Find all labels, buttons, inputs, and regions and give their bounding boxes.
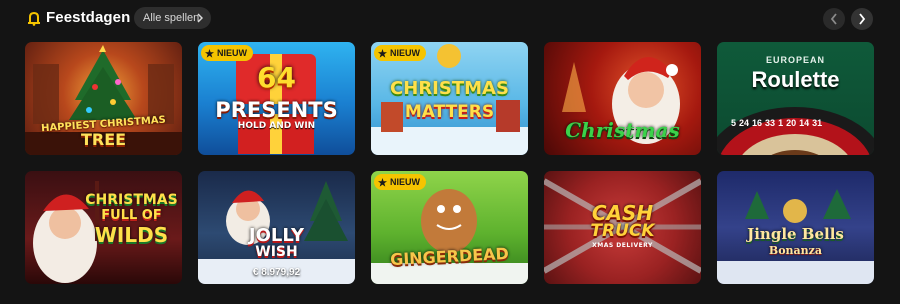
game-tile-european-roulette[interactable]: EUROPEAN Roulette 5 24 16 33 1 20 14 31 xyxy=(717,42,874,155)
bell-icon xyxy=(28,11,40,26)
new-badge: NIEUW xyxy=(201,45,253,61)
game-tile-christmas-full-of-wilds[interactable]: CHRISTMAS FULL OF WILDS xyxy=(25,171,182,284)
chevron-right-icon xyxy=(859,13,866,25)
game-tile-christmas[interactable]: Christmas xyxy=(544,42,701,155)
star-icon xyxy=(205,48,214,58)
game-title-line: Bonanza xyxy=(768,244,823,257)
game-tile-jingle-bells-bonanza[interactable]: Jingle Bells Bonanza xyxy=(717,171,874,284)
roulette-number: 1 xyxy=(778,118,784,128)
roulette-number: 33 xyxy=(765,118,776,128)
game-title-line: HOLD AND WIN xyxy=(237,121,316,131)
game-title-line: 64 xyxy=(257,61,296,94)
new-badge-label: NIEUW xyxy=(390,177,420,187)
star-icon xyxy=(378,177,387,187)
star-icon xyxy=(378,48,387,58)
roulette-number: 24 xyxy=(739,118,750,128)
game-title-line: FULL OF xyxy=(101,208,162,223)
game-title-line: XMAS DELIVERY xyxy=(592,242,653,249)
game-tile-cash-truck[interactable]: CASH TRUCK XMAS DELIVERY xyxy=(544,171,701,284)
game-title-line: Jingle Bells xyxy=(747,225,844,243)
game-title-line: Christmas xyxy=(565,118,680,142)
jackpot-amount: € 8.979,92 xyxy=(252,267,301,278)
chevron-right-icon xyxy=(197,13,203,23)
roulette-number: 20 xyxy=(786,118,797,128)
game-title-line: TRUCK xyxy=(590,221,655,241)
roulette-number: 14 xyxy=(799,118,810,128)
game-title-line: WISH xyxy=(255,244,298,260)
new-badge: NIEUW xyxy=(374,45,426,61)
game-title-line: WILDS xyxy=(94,223,169,247)
game-title-line: JOLLY xyxy=(248,225,305,246)
game-title-line: CASH xyxy=(591,201,654,225)
game-title-line: EUROPEAN xyxy=(765,55,825,65)
new-badge: NIEUW xyxy=(374,174,426,190)
section-title: Feestdagen xyxy=(46,9,131,26)
next-button[interactable] xyxy=(851,8,873,30)
new-badge-label: NIEUW xyxy=(217,48,247,58)
roulette-numbers: 5 24 16 33 1 20 14 31 xyxy=(731,118,866,128)
game-tile-happiest-christmas-tree[interactable]: HAPPIEST CHRISTMAS TREE xyxy=(25,42,182,155)
roulette-number: 16 xyxy=(752,118,763,128)
game-tile-jolly-wish[interactable]: JOLLY WISH € 8.979,92 xyxy=(198,171,355,284)
game-tile-64-presents[interactable]: 64 PRESENTS HOLD AND WIN NIEUW xyxy=(198,42,355,155)
game-tile-christmas-matters[interactable]: CHRISTMAS MATTERS NIEUW xyxy=(371,42,528,155)
game-title-line: Roulette xyxy=(751,67,840,92)
chevron-left-icon xyxy=(830,13,837,25)
game-title-line: TREE xyxy=(80,130,127,149)
all-games-label: Alle spellen xyxy=(143,12,200,24)
all-games-button[interactable]: Alle spellen xyxy=(134,7,211,29)
game-title-line: CHRISTMAS xyxy=(85,192,178,208)
section-header: Feestdagen Alle spellen xyxy=(0,0,900,38)
roulette-number: 5 xyxy=(731,118,737,128)
game-title-line: MATTERS xyxy=(404,102,495,122)
game-title-line: CHRISTMAS xyxy=(390,78,509,99)
game-title-line: PRESENTS xyxy=(215,98,338,122)
new-badge-label: NIEUW xyxy=(390,48,420,58)
game-tile-gingerdead[interactable]: GINGERDEAD NIEUW xyxy=(371,171,528,284)
previous-button[interactable] xyxy=(823,8,845,30)
roulette-number: 31 xyxy=(812,118,823,128)
